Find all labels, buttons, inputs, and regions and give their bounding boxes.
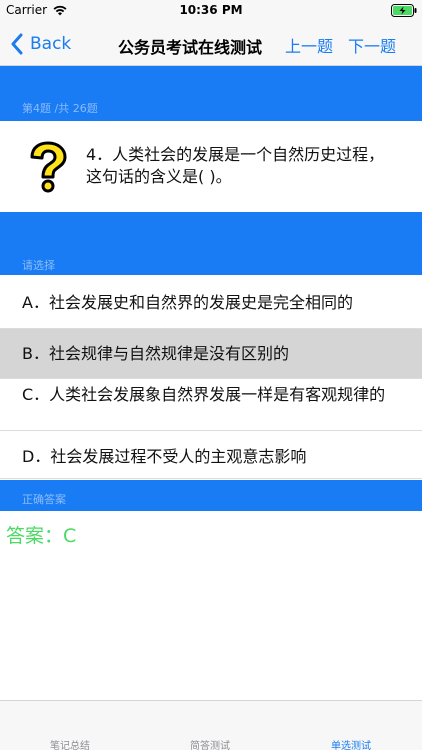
answer-band: 正确答案 xyxy=(0,480,422,511)
section-label: 请选择 xyxy=(22,259,55,272)
option-a-label: A．社会发展史和自然界的发展史是完全相同的 xyxy=(22,293,353,312)
option-c-label: C．人类社会发展象自然界发展一样是有客观规律的 xyxy=(22,385,386,404)
question-text: 4．人类社会的发展是一个自然历史过程，这句话的含义是( )。 xyxy=(86,145,385,186)
tab-notes-summary[interactable]: 笔记总结 xyxy=(50,737,90,750)
battery-charging-icon xyxy=(391,4,417,17)
answer-text: 答案：C xyxy=(6,525,77,547)
chevron-left-icon xyxy=(11,33,23,55)
clock: 10:36 PM xyxy=(179,3,243,17)
option-d-label: D．社会发展过程不受人的主观意志影响 xyxy=(22,447,307,466)
back-button-label: Back xyxy=(30,34,72,54)
section-band: 请选择 xyxy=(0,212,422,275)
option-b-label: B．社会规律与自然规律是没有区别的 xyxy=(22,344,289,363)
question-mark-icon xyxy=(30,141,67,193)
answer-header-label: 正确答案 xyxy=(22,493,66,506)
option-d[interactable]: D．社会发展过程不受人的主观意志影响 xyxy=(0,431,422,479)
next-question-button[interactable]: 下一题 xyxy=(348,33,396,57)
tab-single-choice-test[interactable]: 单选测试 xyxy=(331,737,371,750)
option-b[interactable]: B．社会规律与自然规律是没有区别的 xyxy=(0,329,422,379)
previous-question-button[interactable]: 上一题 xyxy=(285,33,333,57)
back-button[interactable]: Back xyxy=(10,32,71,56)
option-c[interactable]: C．人类社会发展象自然界发展一样是有客观规律的 xyxy=(0,379,422,431)
tab-bar: 笔记总结 简答测试 单选测试 xyxy=(0,700,422,750)
progress-label: 第4题 /共 26题 xyxy=(22,102,98,115)
question-card: 4．人类社会的发展是一个自然历史过程，这句话的含义是( )。 xyxy=(0,121,422,212)
navigation-bar: Back 公务员考试在线测试 上一题 下一题 xyxy=(0,22,422,66)
progress-band: 第4题 /共 26题 xyxy=(0,66,422,121)
option-a[interactable]: A．社会发展史和自然界的发展史是完全相同的 xyxy=(0,277,422,329)
page-title: 公务员考试在线测试 xyxy=(118,38,263,57)
status-bar: Carrier 10:36 PM xyxy=(0,0,422,22)
tab-short-answer-test[interactable]: 简答测试 xyxy=(190,737,230,750)
